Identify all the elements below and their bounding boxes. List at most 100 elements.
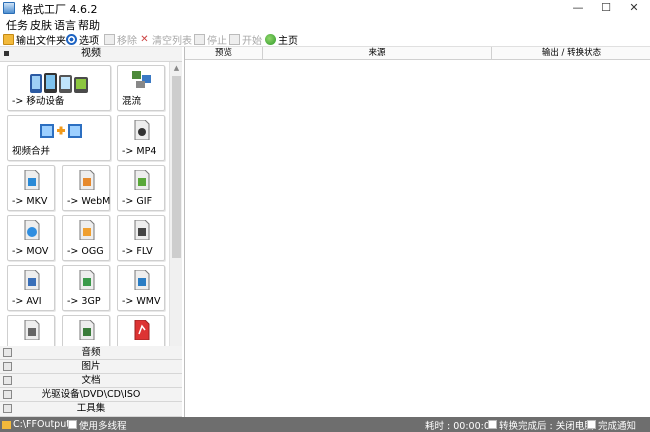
column-source[interactable]: 来源 <box>263 47 492 60</box>
ogg-icon <box>79 220 95 240</box>
start-label: 开始 <box>242 36 262 47</box>
multithread-checkbox[interactable]: 使用多线程 <box>68 418 127 432</box>
stop-button[interactable]: 停止 <box>194 32 227 47</box>
category-document[interactable]: 文档 <box>0 374 182 388</box>
tile-mkv[interactable]: -> MKV <box>7 165 55 211</box>
tile-avi[interactable]: -> AVI <box>7 265 55 311</box>
options-button[interactable]: 选项 <box>66 32 99 47</box>
tile-label: -> AVI <box>12 296 42 307</box>
audio-icon <box>3 348 12 357</box>
tile-label: -> MKV <box>12 196 48 207</box>
tile-video-merge[interactable]: 视频合并 <box>7 115 111 161</box>
tile-label: -> MOV <box>12 246 49 257</box>
function-panel: 视频 -> 移动设备 混流 视频合并 -> MP4 -> MKV -> WebM… <box>0 47 182 417</box>
options-icon <box>66 34 77 45</box>
folder-icon <box>2 420 11 429</box>
tile-webm[interactable]: -> WebM <box>62 165 110 211</box>
toolkit-icon <box>3 404 12 413</box>
tile-mp4[interactable]: -> MP4 <box>117 115 165 161</box>
swf-icon <box>134 320 150 340</box>
tile-flv[interactable]: -> FLV <box>117 215 165 261</box>
document-icon <box>3 376 12 385</box>
tile-mov[interactable]: -> MOV <box>7 215 55 261</box>
tile-label: -> 移动设备 <box>12 96 65 107</box>
clear-x-icon: ✕ <box>140 34 149 45</box>
video-tile-grid: -> 移动设备 混流 视频合并 -> MP4 -> MKV -> WebM ->… <box>0 62 169 392</box>
avi-icon <box>24 270 40 290</box>
start-button[interactable]: 开始 <box>229 32 262 47</box>
tile-label: 混流 <box>122 96 142 107</box>
tile-mobile-devices[interactable]: -> 移动设备 <box>7 65 111 111</box>
clear-list-label: 清空列表 <box>152 36 192 47</box>
3gp-icon <box>79 270 95 290</box>
tile-ogg[interactable]: -> OGG <box>62 215 110 261</box>
output-path-label: C:\FFOutput <box>13 419 70 430</box>
tile-gif[interactable]: -> GIF <box>117 165 165 211</box>
maximize-button[interactable]: ☐ <box>594 0 618 16</box>
start-icon <box>229 34 240 45</box>
tile-label: -> WebM <box>67 196 111 207</box>
vob-icon <box>79 320 95 340</box>
tile-mix[interactable]: 混流 <box>117 65 165 111</box>
category-label: 光驱设备\DVD\CD\ISO <box>41 389 141 400</box>
toolbar: 输出文件夹 选项 移除 ✕ 清空列表 停止 开始 主页 <box>0 32 650 47</box>
wmv-icon <box>134 270 150 290</box>
scroll-up-icon[interactable]: ▲ <box>171 63 182 74</box>
remove-label: 移除 <box>117 36 137 47</box>
category-toolkit[interactable]: 工具集 <box>0 402 182 417</box>
video-section-icon <box>4 51 9 56</box>
window-title: 格式工厂 4.6.2 <box>22 3 98 16</box>
tile-label: -> 3GP <box>67 296 101 307</box>
tile-label: -> WMV <box>122 296 161 307</box>
multithread-label: 使用多线程 <box>79 420 127 432</box>
flv-icon <box>134 220 150 240</box>
stop-icon <box>194 34 205 45</box>
image-icon <box>3 362 12 371</box>
video-merge-icon <box>40 124 82 138</box>
tile-3gp[interactable]: -> 3GP <box>62 265 110 311</box>
elapsed-time: 耗时 : 00:00:00 <box>425 420 496 432</box>
output-path[interactable]: C:\FFOutput <box>2 418 70 431</box>
notify-checkbox[interactable]: 完成通知 <box>587 418 636 432</box>
menu-help[interactable]: 帮助 <box>78 17 100 33</box>
column-output-status[interactable]: 输出 / 转换状态 <box>492 47 650 60</box>
close-button[interactable]: ✕ <box>622 0 646 16</box>
mpg-icon <box>24 320 40 340</box>
video-section-label: 视频 <box>81 48 101 59</box>
tile-label: 视频合并 <box>12 146 51 157</box>
task-list[interactable]: 预览 来源 输出 / 转换状态 <box>184 47 650 417</box>
title-bar: 格式工厂 4.6.2 — ☐ ✕ <box>0 0 650 16</box>
tile-label: -> GIF <box>122 196 153 207</box>
tile-label: -> OGG <box>67 246 104 257</box>
after-convert-checkbox[interactable]: 转换完成后 : 关闭电脑 <box>488 418 594 432</box>
tile-scrollbar[interactable]: ▲ ▼ <box>169 62 182 392</box>
column-preview[interactable]: 预览 <box>185 47 263 60</box>
webm-icon <box>79 170 95 190</box>
tile-wmv[interactable]: -> WMV <box>117 265 165 311</box>
clear-list-button[interactable]: ✕ 清空列表 <box>139 32 192 47</box>
mp4-icon <box>134 120 150 140</box>
tile-label: -> FLV <box>122 246 153 257</box>
stop-label: 停止 <box>207 36 227 47</box>
menu-skin[interactable]: 皮肤 <box>30 17 52 33</box>
disc-drive-icon <box>3 390 12 399</box>
minimize-button[interactable]: — <box>566 0 590 16</box>
category-label: 工具集 <box>76 403 106 414</box>
menu-language[interactable]: 语言 <box>54 17 76 33</box>
home-icon <box>265 34 276 45</box>
output-folder-button[interactable]: 输出文件夹 <box>3 32 66 47</box>
category-optical-disc[interactable]: 光驱设备\DVD\CD\ISO <box>0 388 182 402</box>
remove-icon <box>104 34 115 45</box>
output-folder-label: 输出文件夹 <box>16 36 66 47</box>
category-label: 文档 <box>81 375 101 386</box>
category-image[interactable]: 图片 <box>0 360 182 374</box>
category-audio[interactable]: 音频 <box>0 346 182 360</box>
home-label: 主页 <box>278 36 298 47</box>
remove-button[interactable]: 移除 <box>104 32 137 47</box>
folder-icon <box>3 34 14 45</box>
video-section-header[interactable]: 视频 <box>0 47 182 62</box>
menu-task[interactable]: 任务 <box>6 17 28 33</box>
app-logo-icon <box>3 2 15 14</box>
scroll-thumb[interactable] <box>172 76 181 258</box>
home-button[interactable]: 主页 <box>265 32 298 47</box>
